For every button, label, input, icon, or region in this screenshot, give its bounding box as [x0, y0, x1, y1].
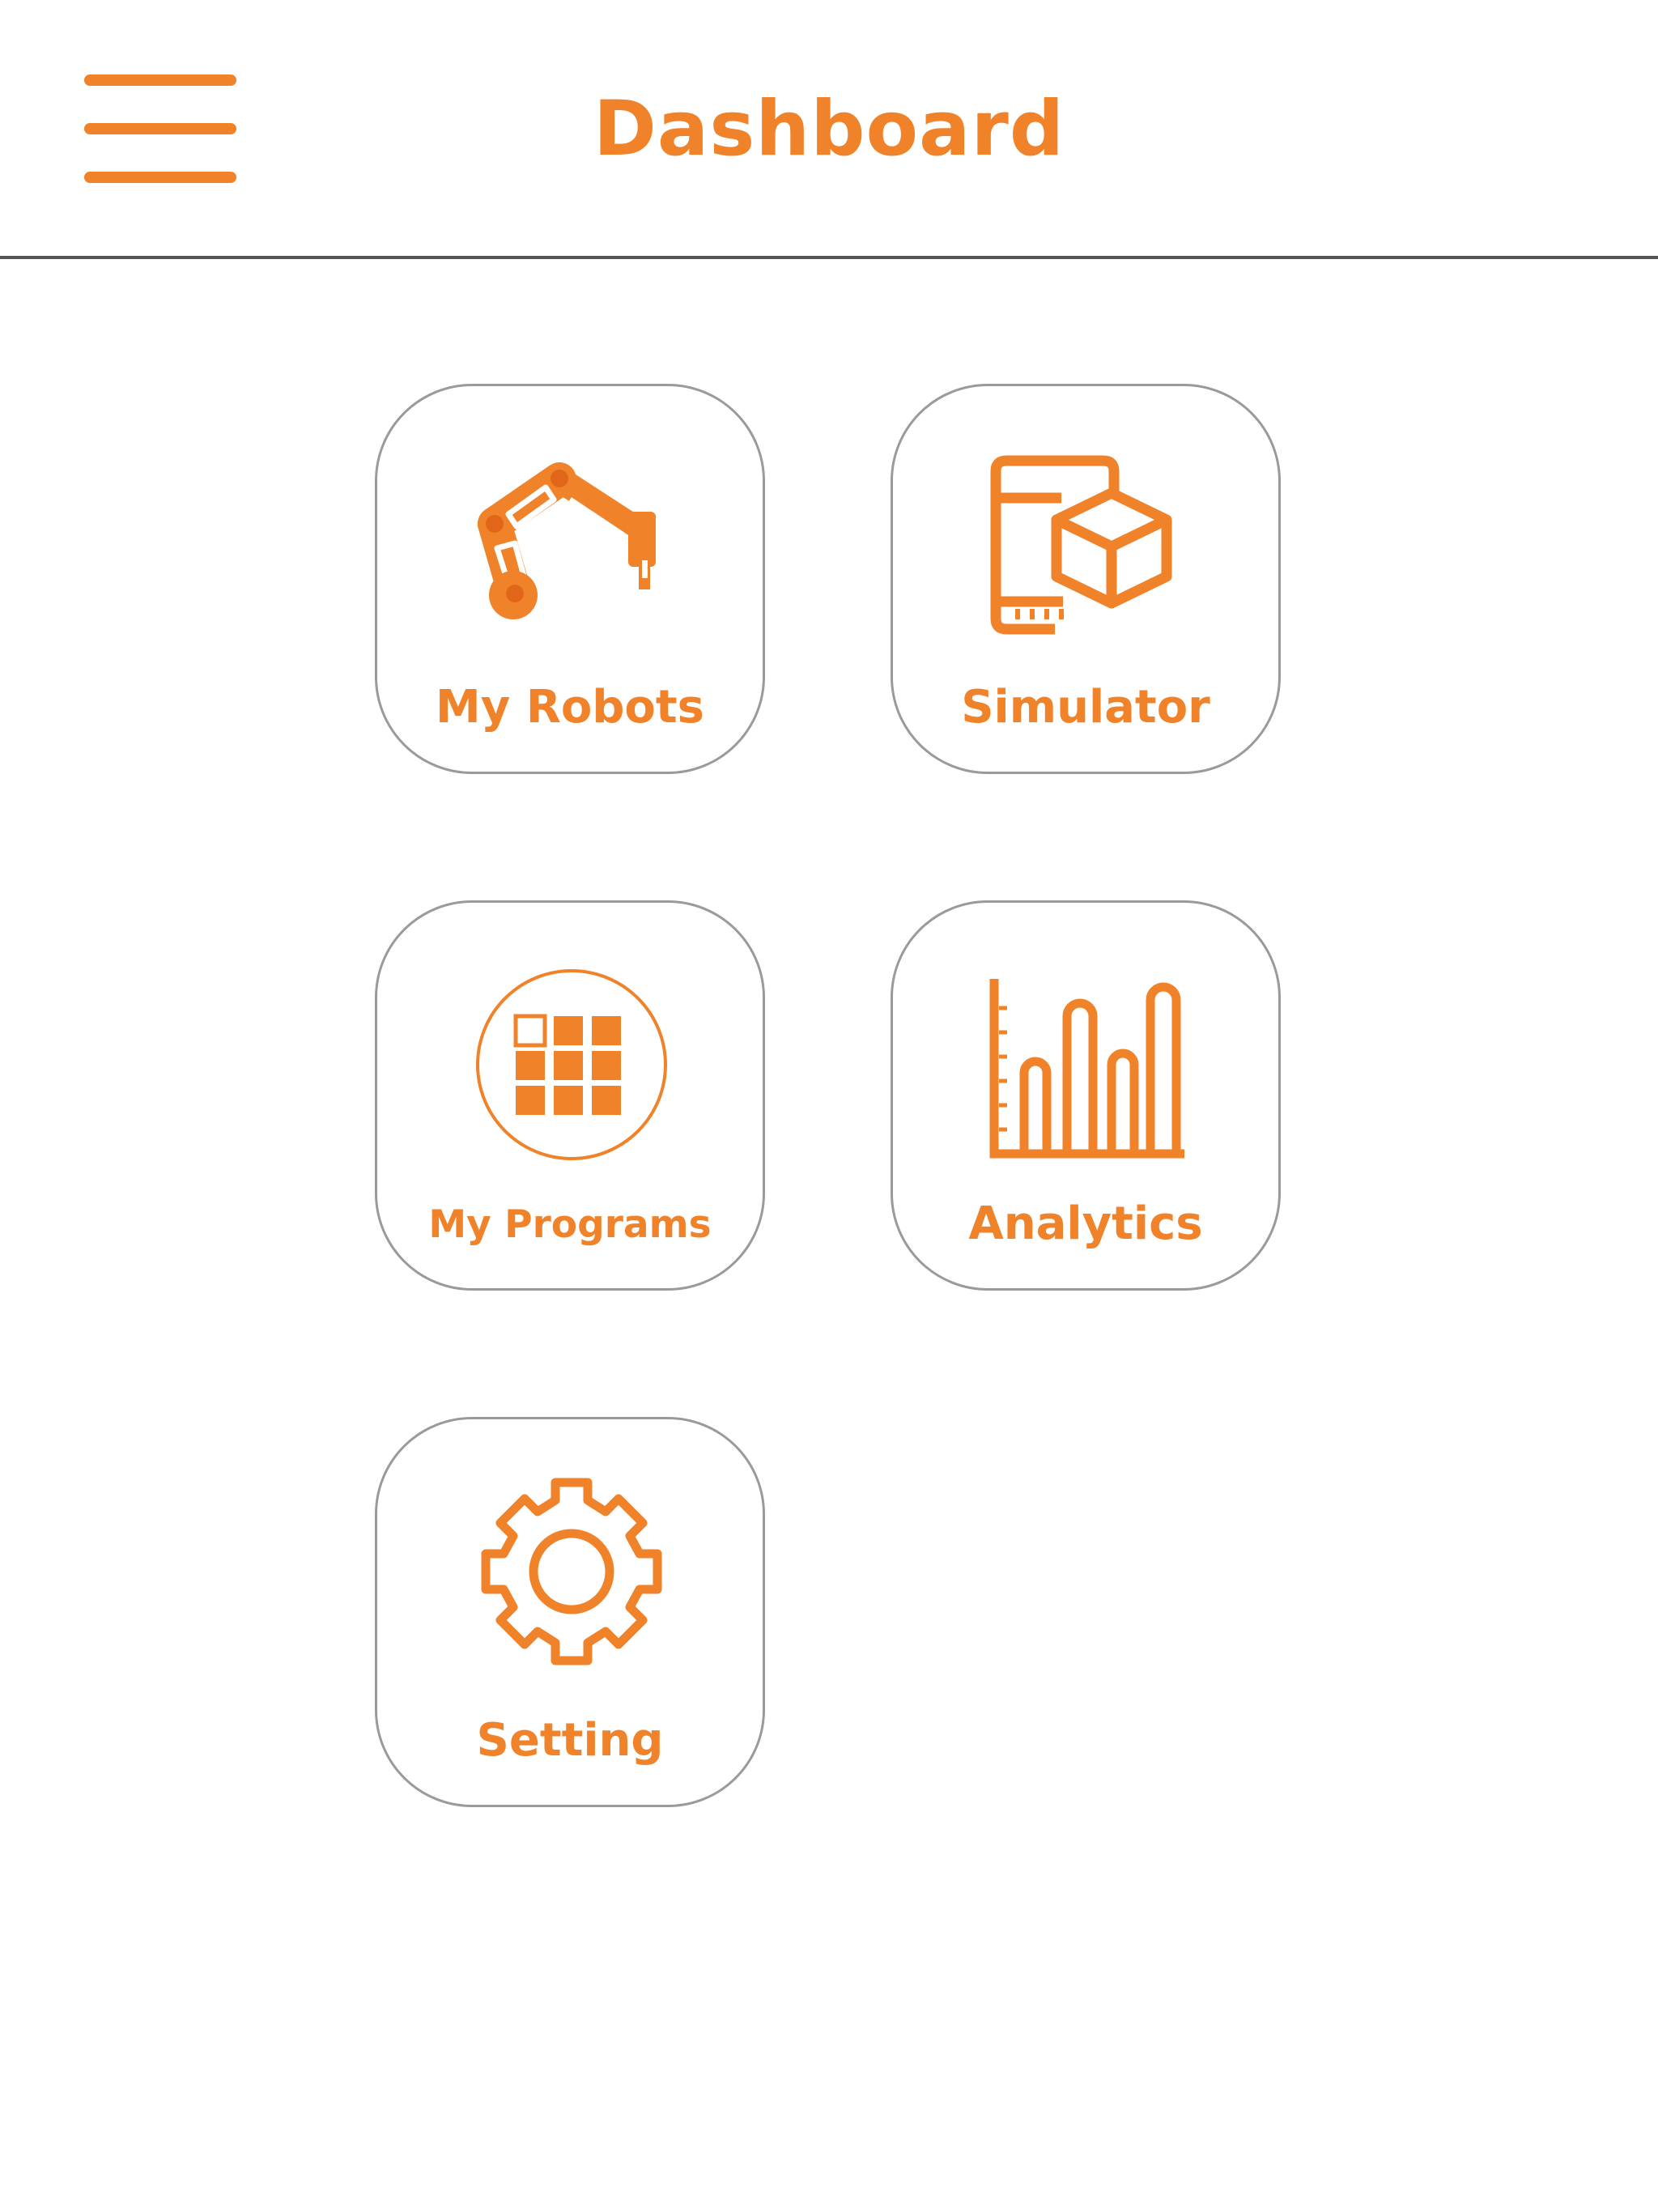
- tile-label: Analytics: [968, 1197, 1203, 1250]
- tile-setting[interactable]: Setting: [375, 1417, 765, 1807]
- robot-arm-icon: [478, 462, 656, 619]
- tile-label: Setting: [476, 1714, 664, 1767]
- tile-simulator[interactable]: Simulator: [891, 384, 1281, 774]
- tile-my-robots[interactable]: My Robots: [375, 384, 765, 774]
- gear-icon: [481, 1478, 662, 1665]
- tile-label: My Programs: [428, 1202, 712, 1247]
- page-title: Dashboard: [593, 85, 1065, 173]
- tile-label: My Robots: [436, 681, 704, 734]
- tile-label: Simulator: [961, 681, 1210, 734]
- bar-chart-icon: [989, 979, 1184, 1159]
- phone-cube-icon: [990, 455, 1172, 635]
- tile-analytics[interactable]: Analytics: [891, 900, 1281, 1291]
- program-grid-icon: [476, 969, 667, 1160]
- top-bar: Dashboard: [0, 0, 1658, 259]
- tile-my-programs[interactable]: My Programs: [375, 900, 765, 1291]
